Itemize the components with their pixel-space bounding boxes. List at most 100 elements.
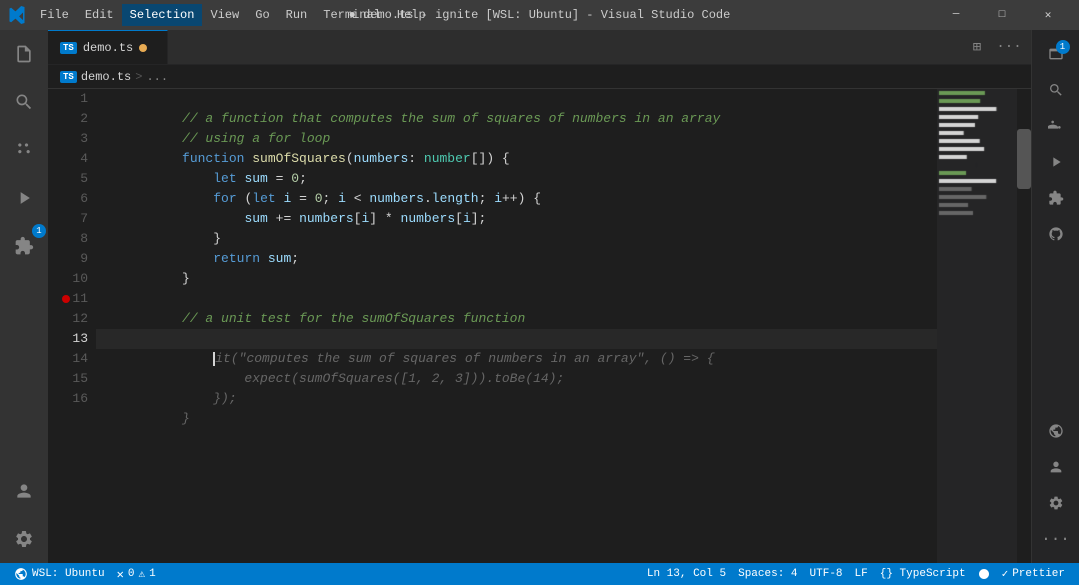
open-editors-icon[interactable]: 1 (1040, 38, 1072, 70)
status-brackets[interactable]: {} TypeScript (874, 563, 972, 585)
code-line-16: } (96, 389, 937, 409)
activity-search[interactable] (0, 78, 48, 126)
menu-edit[interactable]: Edit (77, 4, 122, 26)
maximize-button[interactable]: □ (979, 0, 1025, 30)
more-actions-button[interactable]: ··· (995, 35, 1023, 59)
right-panel: 1 ··· (1031, 30, 1079, 563)
ln-10: 10 (60, 269, 88, 289)
tab-demo-ts[interactable]: TS demo.ts (48, 30, 168, 64)
code-line-1: // a function that computes the sum of s… (96, 89, 937, 109)
search-right-icon[interactable] (1040, 74, 1072, 106)
activitybar-bottom (0, 467, 48, 563)
breadcrumb-filename[interactable]: demo.ts (81, 70, 131, 84)
status-remote[interactable]: WSL: Ubuntu (8, 563, 111, 585)
menu-file[interactable]: File (32, 4, 77, 26)
ln-9: 9 (60, 249, 88, 269)
breadcrumb-more[interactable]: ... (146, 70, 168, 84)
activitybar: 1 (0, 30, 48, 563)
ln-11: 11 (60, 289, 88, 309)
vscode-icon (8, 6, 26, 24)
ln-4: 4 (60, 149, 88, 169)
activity-extensions[interactable]: 1 (0, 222, 48, 270)
status-spaces-label: Spaces: 4 (738, 568, 797, 580)
menu-selection[interactable]: Selection (122, 4, 203, 26)
status-warning-icon: ⚠ (138, 567, 145, 581)
open-editors-badge: 1 (1056, 40, 1070, 54)
ln-7: 7 (60, 209, 88, 229)
breadcrumb-sep: > (135, 70, 142, 84)
ln-14: 14 (60, 349, 88, 369)
editor-area: TS demo.ts ⊞ ··· TS demo.ts > ... 1 2 3 … (48, 30, 1031, 563)
code-line-6: sum += numbers[i] * numbers[i]; (96, 189, 937, 209)
status-prettier-label: Prettier (1012, 568, 1065, 580)
code-editor[interactable]: 1 2 3 4 5 6 7 8 9 10 11 12 13 14 15 16 (48, 89, 1031, 563)
menu-run[interactable]: Run (278, 4, 316, 26)
code-line-12: describe("sumOfSquares", () => { (96, 309, 937, 329)
status-le-label: LF (855, 568, 868, 580)
code-line-2: // using a for loop (96, 109, 937, 129)
scrollbar[interactable] (1017, 89, 1031, 563)
settings-right-icon[interactable] (1040, 487, 1072, 519)
statusbar: WSL: Ubuntu ✕ 0 ⚠ 1 Ln 13, Col 5 Spaces:… (0, 563, 1079, 585)
code-line-15: }); (96, 369, 937, 389)
menu-go[interactable]: Go (247, 4, 277, 26)
status-prettier[interactable]: ✓ Prettier (996, 563, 1071, 585)
menu-view[interactable]: View (202, 4, 247, 26)
split-editor-button[interactable]: ⊞ (963, 35, 991, 59)
minimize-button[interactable]: ─ (933, 0, 979, 30)
code-content[interactable]: // a function that computes the sum of s… (96, 89, 937, 563)
extensions-right-icon[interactable] (1040, 182, 1072, 214)
minimap-canvas (937, 89, 1017, 489)
tab-actions: ⊞ ··· (955, 30, 1031, 64)
ln-3: 3 (60, 129, 88, 149)
status-brackets-label: {} TypeScript (880, 568, 966, 580)
status-checkmark: ✓ (1002, 567, 1009, 581)
activity-source-control[interactable] (0, 126, 48, 174)
status-line-ending[interactable]: LF (849, 563, 874, 585)
run-right-icon[interactable] (1040, 146, 1072, 178)
ln-6: 6 (60, 189, 88, 209)
github-right-icon[interactable] (1040, 218, 1072, 250)
status-error-count: 0 (128, 568, 135, 580)
ln-13: 13 (60, 329, 88, 349)
line-numbers: 1 2 3 4 5 6 7 8 9 10 11 12 13 14 15 16 (48, 89, 96, 563)
tab-modified-dot (139, 44, 147, 52)
more-right-icon[interactable]: ··· (1040, 523, 1072, 555)
status-cursor[interactable]: Ln 13, Col 5 (641, 563, 732, 585)
close-button[interactable]: ✕ (1025, 0, 1071, 30)
status-wsl-label: WSL: Ubuntu (32, 568, 105, 580)
code-line-14: expect(sumOfSquares([1, 2, 3])).toBe(14)… (96, 349, 937, 369)
code-line-8: return sum; (96, 229, 937, 249)
code-line-5: for (let i = 0; i < numbers.length; i++)… (96, 169, 937, 189)
activity-accounts[interactable] (0, 467, 48, 515)
code-line-13: it("computes the sum of squares of numbe… (96, 329, 937, 349)
status-error-icon: ✕ (117, 567, 124, 582)
titlebar: File Edit Selection View Go Run Terminal… (0, 0, 1079, 30)
remote-right-icon[interactable] (1040, 415, 1072, 447)
code-line-10 (96, 269, 937, 289)
code-line-4: let sum = 0; (96, 149, 937, 169)
tabs-bar: TS demo.ts ⊞ ··· (48, 30, 1031, 65)
status-format[interactable] (972, 563, 996, 585)
status-right: Ln 13, Col 5 Spaces: 4 UTF-8 LF {} TypeS… (641, 563, 1071, 585)
status-encoding[interactable]: UTF-8 (804, 563, 849, 585)
code-line-3: function sumOfSquares(numbers: number[])… (96, 129, 937, 149)
breadcrumb: TS demo.ts > ... (48, 65, 1031, 89)
ln-1: 1 (60, 89, 88, 109)
account-right-icon[interactable] (1040, 451, 1072, 483)
activity-run[interactable] (0, 174, 48, 222)
status-encoding-label: UTF-8 (810, 568, 843, 580)
activity-files[interactable] (0, 30, 48, 78)
status-spaces[interactable]: Spaces: 4 (732, 563, 803, 585)
source-control-right-icon[interactable] (1040, 110, 1072, 142)
tab-filename: demo.ts (83, 41, 133, 55)
code-line-11: // a unit test for the sumOfSquares func… (96, 289, 937, 309)
status-errors[interactable]: ✕ 0 ⚠ 1 (111, 563, 162, 585)
activity-settings[interactable] (0, 515, 48, 563)
ln-16: 16 (60, 389, 88, 409)
code-line-9: } (96, 249, 937, 269)
titlebar-controls: ─ □ ✕ (933, 0, 1071, 30)
ln-5: 5 (60, 169, 88, 189)
breadcrumb-ts: TS (60, 71, 77, 83)
main-layout: 1 TS demo.ts ⊞ ··· TS (0, 30, 1079, 563)
